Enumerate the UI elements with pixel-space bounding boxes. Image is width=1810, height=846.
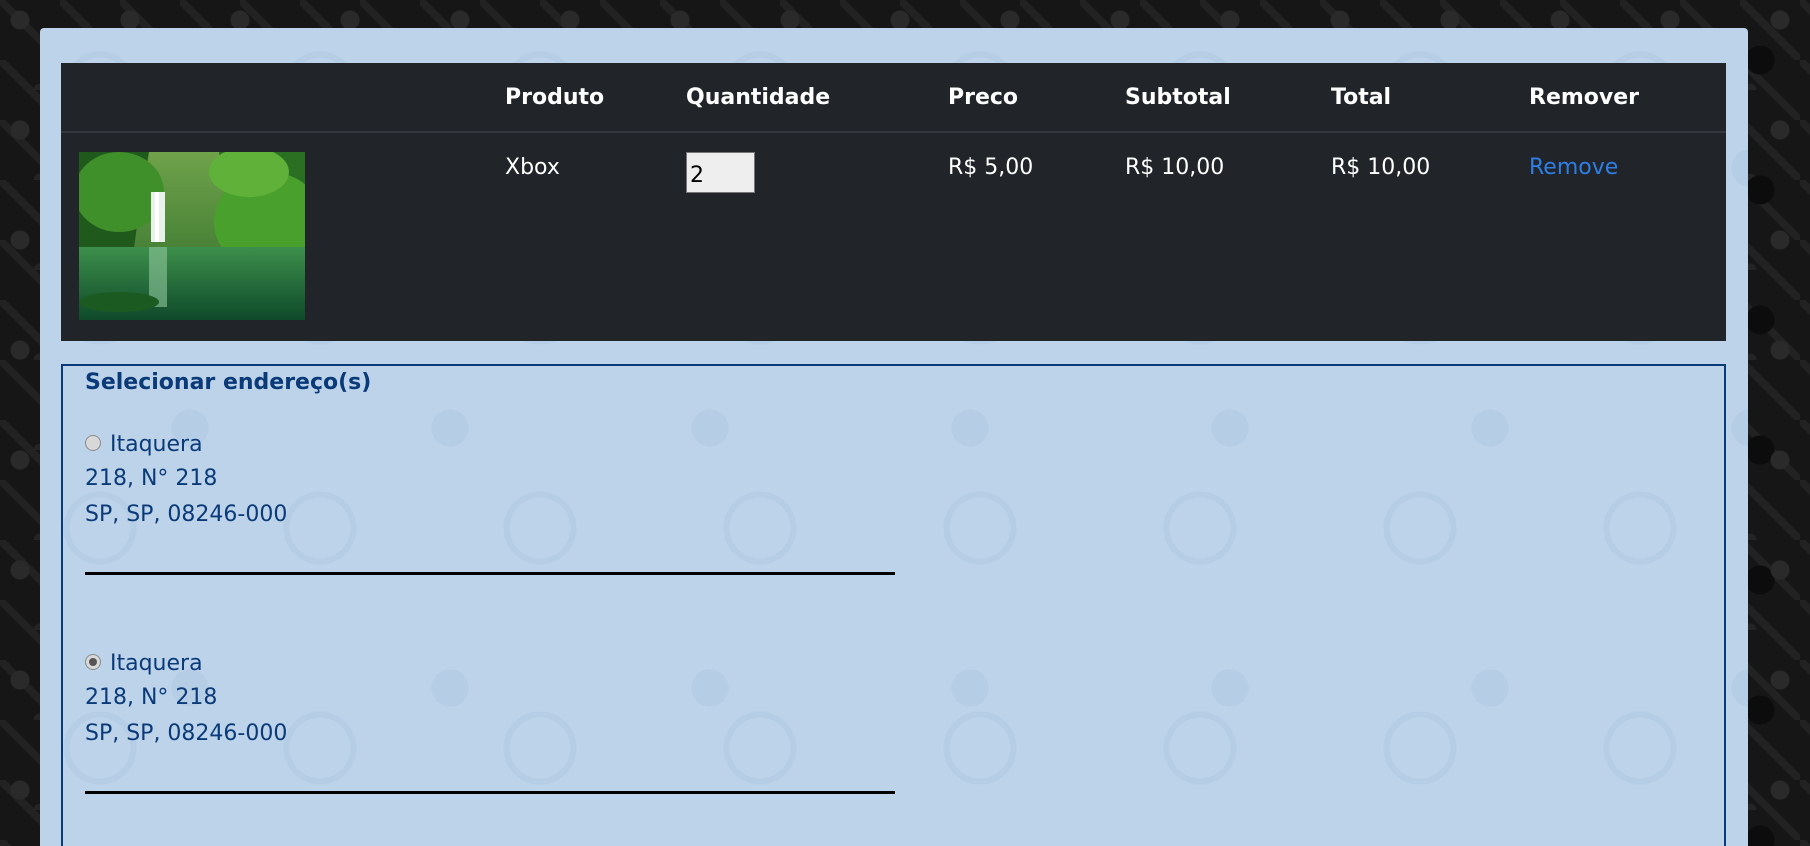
address-option: Itaquera 218, N° 218 SP, SP, 08246-000 (85, 646, 895, 794)
address-line-1: 218, N° 218 (85, 466, 218, 491)
address-fieldset: Selecionar endereço(s) Itaquera 218, N° … (61, 364, 1726, 846)
address-radio-selected[interactable] (85, 654, 101, 670)
address-legend: Selecionar endereço(s) (85, 370, 372, 395)
waterfall-image-icon (79, 152, 305, 320)
column-header-total: Total (1331, 85, 1392, 110)
column-header-preco: Preco (948, 85, 1019, 110)
product-price: R$ 5,00 (948, 155, 1034, 180)
address-line-2: SP, SP, 08246-000 (85, 721, 288, 746)
product-image (79, 152, 305, 320)
address-name: Itaquera (110, 650, 203, 676)
cart-table-header: Produto Quantidade Preco Subtotal Total … (61, 63, 1726, 133)
product-name: Xbox (505, 155, 560, 180)
address-radio[interactable] (85, 435, 101, 451)
column-header-subtotal: Subtotal (1125, 85, 1231, 110)
column-header-remover: Remover (1529, 85, 1640, 110)
address-line-1: 218, N° 218 (85, 685, 218, 710)
address-divider (85, 572, 895, 575)
quantity-input[interactable] (686, 152, 755, 193)
column-header-quantidade: Quantidade (686, 85, 831, 110)
product-subtotal: R$ 10,00 (1125, 155, 1225, 180)
address-option: Itaquera 218, N° 218 SP, SP, 08246-000 (85, 427, 895, 575)
remove-link[interactable]: Remove (1529, 155, 1618, 180)
address-divider (85, 791, 895, 794)
cart-table: Produto Quantidade Preco Subtotal Total … (61, 63, 1726, 341)
checkout-panel: Produto Quantidade Preco Subtotal Total … (40, 28, 1748, 846)
column-header-produto: Produto (505, 85, 605, 110)
address-line-2: SP, SP, 08246-000 (85, 502, 288, 527)
product-total: R$ 10,00 (1331, 155, 1431, 180)
address-name: Itaquera (110, 431, 203, 457)
